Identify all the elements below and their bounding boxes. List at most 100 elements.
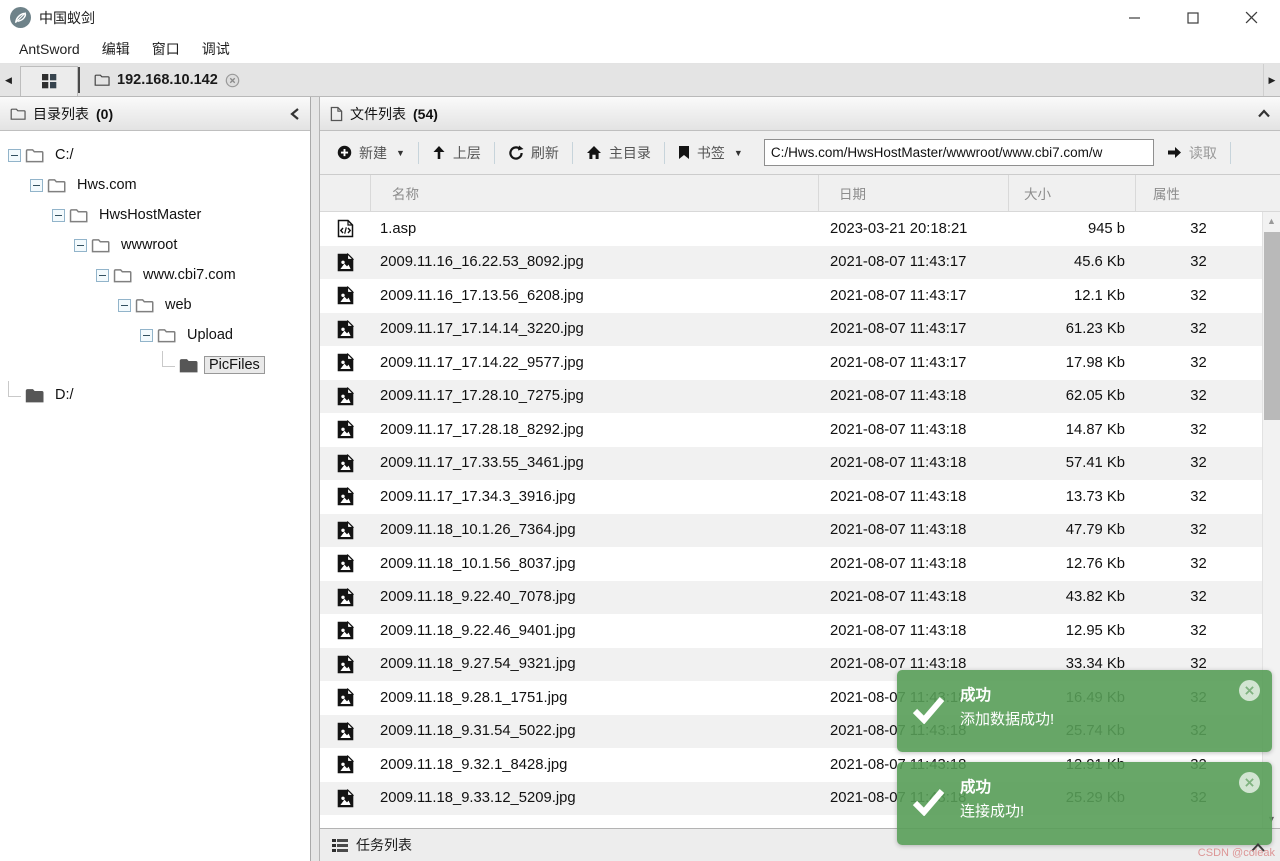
tree-node[interactable]: Hws.com — [0, 170, 310, 200]
file-size: 12.95 Kb — [1008, 623, 1135, 639]
file-row[interactable]: 2009.11.17_17.14.22_9577.jpg 2021-08-07 … — [320, 346, 1262, 380]
minimize-button[interactable] — [1106, 0, 1164, 35]
file-attr: 32 — [1135, 355, 1262, 371]
task-list-icon — [332, 839, 348, 852]
menu-edit[interactable]: 编辑 — [91, 39, 141, 59]
image-file-icon — [337, 420, 354, 439]
home-button-label: 主目录 — [609, 143, 651, 163]
file-row[interactable]: 1.asp 2023-03-21 20:18:21 945 b 32 — [320, 212, 1262, 246]
collapse-toggle-icon[interactable] — [74, 239, 87, 252]
column-size[interactable]: 大小 — [1008, 175, 1135, 211]
tab-label: 192.168.10.142 — [117, 72, 218, 88]
file-date: 2021-08-07 11:43:17 — [818, 288, 1008, 304]
tree-node[interactable]: C:/ — [0, 140, 310, 170]
scrollbar-thumb[interactable] — [1264, 232, 1280, 420]
collapse-toggle-icon[interactable] — [118, 299, 131, 312]
toast-connect-success: 成功 连接成功! — [897, 762, 1272, 845]
folder-icon — [113, 268, 132, 283]
file-size: 61.23 Kb — [1008, 321, 1135, 337]
folder-icon — [25, 388, 44, 403]
file-row[interactable]: 2009.11.16_17.13.56_6208.jpg 2021-08-07 … — [320, 279, 1262, 313]
collapse-toggle-icon[interactable] — [140, 329, 153, 342]
menu-window[interactable]: 窗口 — [141, 39, 191, 59]
close-button[interactable] — [1222, 0, 1280, 35]
tree-node-label: C:/ — [50, 146, 79, 164]
collapse-toggle-icon[interactable] — [52, 209, 65, 222]
toast-close-icon[interactable] — [1239, 680, 1260, 701]
new-button[interactable]: 新建 ▼ — [324, 131, 418, 174]
chevron-down-icon: ▼ — [734, 148, 743, 158]
file-date: 2023-03-21 20:18:21 — [818, 221, 1008, 237]
tree-node-label: web — [160, 296, 197, 314]
file-type-icon — [320, 688, 370, 707]
bookmark-button[interactable]: 书签 ▼ — [665, 131, 756, 174]
tree-node[interactable]: wwwroot — [0, 230, 310, 260]
file-row[interactable]: 2009.11.18_10.1.26_7364.jpg 2021-08-07 1… — [320, 514, 1262, 548]
tree-node-label: HwsHostMaster — [94, 206, 206, 224]
file-row[interactable]: 2009.11.18_9.22.40_7078.jpg 2021-08-07 1… — [320, 581, 1262, 615]
file-panel-title: 文件列表 — [350, 104, 406, 124]
file-attr: 32 — [1135, 556, 1262, 572]
file-type-icon — [320, 755, 370, 774]
image-file-icon — [337, 387, 354, 406]
collapse-toggle-icon[interactable] — [30, 179, 43, 192]
menu-antsword[interactable]: AntSword — [8, 41, 91, 57]
file-toolbar: 新建 ▼ 上层 刷新 主目录 书签 ▼ — [320, 131, 1280, 175]
column-name[interactable]: 名称 — [370, 175, 818, 211]
read-button[interactable]: 读取 — [1154, 131, 1230, 174]
tab-close-icon[interactable] — [225, 73, 240, 88]
collapse-toggle-icon[interactable] — [96, 269, 109, 282]
file-date: 2021-08-07 11:43:18 — [818, 388, 1008, 404]
path-input[interactable] — [764, 139, 1154, 166]
tab-shell-session[interactable]: 192.168.10.142 — [80, 64, 254, 96]
tree-node[interactable]: HwsHostMaster — [0, 200, 310, 230]
column-date[interactable]: 日期 — [818, 175, 1008, 211]
tree-node[interactable]: D:/ — [0, 380, 310, 410]
directory-count: (0) — [96, 106, 113, 122]
folder-icon — [10, 107, 26, 121]
file-size: 62.05 Kb — [1008, 388, 1135, 404]
file-row[interactable]: 2009.11.16_16.22.53_8092.jpg 2021-08-07 … — [320, 246, 1262, 280]
home-dir-button[interactable]: 主目录 — [573, 131, 664, 174]
menu-bar: AntSword 编辑 窗口 调试 — [0, 35, 1280, 64]
file-name: 2009.11.16_16.22.53_8092.jpg — [370, 254, 818, 270]
tree-node[interactable]: web — [0, 290, 310, 320]
file-name: 2009.11.18_10.1.56_8037.jpg — [370, 556, 818, 572]
panel-splitter[interactable] — [311, 97, 320, 861]
file-row[interactable]: 2009.11.17_17.28.18_8292.jpg 2021-08-07 … — [320, 413, 1262, 447]
file-row[interactable]: 2009.11.18_10.1.56_8037.jpg 2021-08-07 1… — [320, 547, 1262, 581]
image-file-icon — [337, 789, 354, 808]
file-date: 2021-08-07 11:43:17 — [818, 355, 1008, 371]
file-size: 13.73 Kb — [1008, 489, 1135, 505]
file-row[interactable]: 2009.11.17_17.14.14_3220.jpg 2021-08-07 … — [320, 313, 1262, 347]
column-attr[interactable]: 属性 — [1135, 175, 1262, 211]
file-row[interactable]: 2009.11.17_17.34.3_3916.jpg 2021-08-07 1… — [320, 480, 1262, 514]
collapse-left-panel-icon[interactable] — [290, 108, 300, 120]
toast-message: 添加数据成功! — [960, 708, 1054, 729]
maximize-button[interactable] — [1164, 0, 1222, 35]
directory-tree: C:/ Hws.com HwsHostMaster wwwroot ww — [0, 131, 310, 861]
tab-scroll-left-icon[interactable]: ◀ — [0, 64, 17, 96]
file-type-icon — [320, 554, 370, 573]
toast-add-data-success: 成功 添加数据成功! — [897, 670, 1272, 752]
up-level-button[interactable]: 上层 — [419, 131, 494, 174]
tree-node[interactable]: www.cbi7.com — [0, 260, 310, 290]
toast-close-icon[interactable] — [1239, 772, 1260, 793]
collapse-toggle-icon[interactable] — [8, 149, 21, 162]
refresh-button[interactable]: 刷新 — [495, 131, 572, 174]
collapse-file-panel-icon[interactable] — [1258, 109, 1270, 118]
menu-debug[interactable]: 调试 — [191, 39, 241, 59]
file-row[interactable]: 2009.11.17_17.33.55_3461.jpg 2021-08-07 … — [320, 447, 1262, 481]
tree-node[interactable]: PicFiles — [0, 350, 310, 380]
read-button-label: 读取 — [1189, 143, 1217, 163]
file-attr: 32 — [1135, 254, 1262, 270]
directory-panel-header: 目录列表 (0) — [0, 97, 310, 131]
file-row[interactable]: 2009.11.18_9.22.46_9401.jpg 2021-08-07 1… — [320, 614, 1262, 648]
tab-scroll-right-icon[interactable]: ▶ — [1263, 64, 1280, 96]
image-file-icon — [337, 755, 354, 774]
folder-icon — [157, 328, 176, 343]
tree-node[interactable]: Upload — [0, 320, 310, 350]
file-row[interactable]: 2009.11.17_17.28.10_7275.jpg 2021-08-07 … — [320, 380, 1262, 414]
tab-home-grid[interactable] — [20, 66, 78, 96]
scroll-up-icon[interactable]: ▲ — [1263, 216, 1280, 226]
